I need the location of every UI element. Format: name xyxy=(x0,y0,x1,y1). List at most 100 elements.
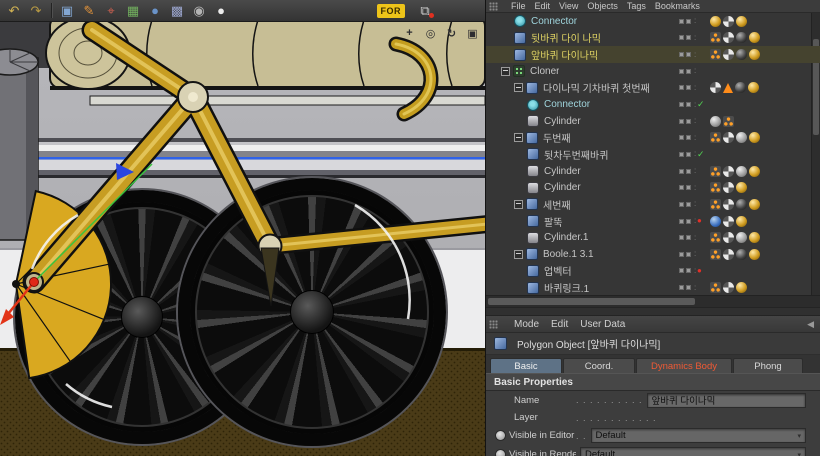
cube-tool-icon[interactable]: ▣ xyxy=(57,2,77,20)
visibility-dots[interactable] xyxy=(679,85,696,91)
dyn-tag-icon[interactable] xyxy=(710,232,721,244)
name-input[interactable] xyxy=(646,392,806,408)
dark-tag-icon[interactable] xyxy=(736,32,747,44)
tree-row[interactable]: Boole.1 3.1 xyxy=(486,246,820,263)
visibility-dots[interactable] xyxy=(679,151,696,157)
basic-properties-header[interactable]: Basic Properties xyxy=(486,373,820,391)
tree-row[interactable]: 업벡터 ● xyxy=(486,263,820,280)
tree-row[interactable]: 다이나믹 기차바퀴 첫번째 xyxy=(486,80,820,97)
tri-tag-icon[interactable] xyxy=(723,82,733,93)
gold-tag-icon[interactable] xyxy=(736,215,747,227)
tree-row[interactable]: 뒷바퀴 다이 나믹 xyxy=(486,30,820,47)
expander-icon[interactable] xyxy=(514,83,523,93)
dyn-tag-icon[interactable] xyxy=(710,132,721,144)
checker-tag-icon[interactable] xyxy=(723,198,734,210)
dyn-tag-icon[interactable] xyxy=(710,165,721,177)
gold-tag-icon[interactable] xyxy=(749,198,760,210)
gold-tag-icon[interactable] xyxy=(748,82,759,94)
gold-tag-icon[interactable] xyxy=(749,132,760,144)
gold-tag-icon[interactable] xyxy=(749,248,760,260)
enabled-check-icon[interactable]: ✓ xyxy=(697,149,705,159)
visibility-dots[interactable] xyxy=(679,118,696,124)
snap-tool-icon[interactable]: ⌖ xyxy=(101,2,121,20)
panel-grip-icon[interactable] xyxy=(489,319,498,329)
viewport-canvas[interactable]: + ◎ ↻ ▣ xyxy=(0,22,485,456)
visible-renderer-toggle[interactable] xyxy=(496,450,505,456)
dyn-tag-icon[interactable] xyxy=(710,32,721,44)
gray-tag-icon[interactable] xyxy=(736,232,747,244)
menu-bookmarks[interactable]: Bookmarks xyxy=(655,1,700,11)
visibility-dots[interactable] xyxy=(679,268,696,274)
dark-tag-icon[interactable] xyxy=(735,82,746,94)
rotate-icon[interactable]: ↻ xyxy=(445,27,458,40)
gold-tag-icon[interactable] xyxy=(749,165,760,177)
gold-tag-icon[interactable] xyxy=(736,182,747,194)
gold-tag-icon[interactable] xyxy=(749,32,760,44)
dyn-tag-icon[interactable] xyxy=(710,248,721,260)
visible-editor-select[interactable]: Default ▾ xyxy=(590,428,806,443)
visibility-dots[interactable] xyxy=(679,185,696,191)
grid-tool-icon[interactable]: ▩ xyxy=(167,2,187,20)
disabled-dot-icon[interactable]: ● xyxy=(697,217,702,225)
checker-tag-icon[interactable] xyxy=(723,182,734,194)
array-tool-icon[interactable]: ▦ xyxy=(123,2,143,20)
checker-tag-icon[interactable] xyxy=(723,282,734,294)
tree-row[interactable]: 팔뚝 ● xyxy=(486,213,820,230)
checker-tag-icon[interactable] xyxy=(723,49,734,61)
tab-phong[interactable]: Phong xyxy=(733,358,803,373)
checker-tag-icon[interactable] xyxy=(723,32,734,44)
dark-tag-icon[interactable] xyxy=(736,248,747,260)
visibility-dots[interactable] xyxy=(679,18,696,24)
redo-icon[interactable]: ↷ xyxy=(26,2,46,20)
gray-tag-icon[interactable] xyxy=(736,132,747,144)
sphere-tool-icon[interactable]: ● xyxy=(145,2,165,20)
visibility-dots[interactable] xyxy=(679,285,696,291)
maximize-icon[interactable]: ▣ xyxy=(466,27,479,40)
undo-icon[interactable]: ↶ xyxy=(4,2,24,20)
tree-row[interactable]: 앞바퀴 다이나믹 xyxy=(486,46,820,63)
figure-tool-icon[interactable]: ◉ xyxy=(189,2,209,20)
tree-row[interactable]: 바퀴링크.1 xyxy=(486,279,820,295)
dyn-tag-icon[interactable] xyxy=(710,182,721,194)
menu-tags[interactable]: Tags xyxy=(627,1,646,11)
tab-dynamics-body[interactable]: Dynamics Body xyxy=(636,358,732,373)
checker-tag-icon[interactable] xyxy=(723,15,734,27)
tree-row[interactable]: Cylinder xyxy=(486,163,820,180)
visibility-dots[interactable] xyxy=(679,52,696,58)
menu-view[interactable]: View xyxy=(559,1,578,11)
pan-icon[interactable]: + xyxy=(403,27,416,40)
light-tool-icon[interactable]: ● xyxy=(211,2,231,20)
tree-row[interactable]: 두번째 xyxy=(486,129,820,146)
collapse-arrow-icon[interactable]: ◀ xyxy=(807,319,814,330)
node-editor-icon[interactable]: ⧉ xyxy=(415,2,435,20)
enabled-check-icon[interactable]: ✓ xyxy=(697,100,705,109)
dark-tag-icon[interactable] xyxy=(736,198,747,210)
dyn-tag-icon[interactable] xyxy=(710,282,721,294)
visibility-dots[interactable] xyxy=(679,168,696,174)
blue-tag-icon[interactable] xyxy=(710,215,721,227)
gold-tag-icon[interactable] xyxy=(749,232,760,244)
gold-tag-icon[interactable] xyxy=(736,15,747,27)
expander-icon[interactable] xyxy=(501,66,510,76)
disabled-dot-icon[interactable]: ● xyxy=(697,266,702,275)
tree-row[interactable]: 세번째 xyxy=(486,196,820,213)
expander-icon[interactable] xyxy=(514,199,523,209)
tree-row[interactable]: Cylinder.1 xyxy=(486,229,820,246)
gray-tag-icon[interactable] xyxy=(736,165,747,177)
render-button[interactable]: FOR xyxy=(376,3,405,18)
visibility-dots[interactable] xyxy=(679,201,696,207)
expander-icon[interactable] xyxy=(514,133,523,143)
tree-row[interactable]: Cylinder xyxy=(486,179,820,196)
tab-coord[interactable]: Coord. xyxy=(563,358,635,373)
menu-edit[interactable]: Edit xyxy=(551,319,568,330)
gold-tag-icon[interactable] xyxy=(736,282,747,294)
checker-tag-icon[interactable] xyxy=(710,82,721,94)
visibility-dots[interactable] xyxy=(679,218,696,224)
expander-icon[interactable] xyxy=(514,249,523,259)
checker-tag-icon[interactable] xyxy=(723,248,734,260)
panel-grip-icon[interactable] xyxy=(489,1,498,11)
dyn-tag-icon[interactable] xyxy=(710,49,721,61)
visible-renderer-select[interactable]: Default ▾ xyxy=(580,447,806,456)
gold-tag-icon[interactable] xyxy=(749,49,760,61)
visibility-dots[interactable] xyxy=(679,68,696,74)
